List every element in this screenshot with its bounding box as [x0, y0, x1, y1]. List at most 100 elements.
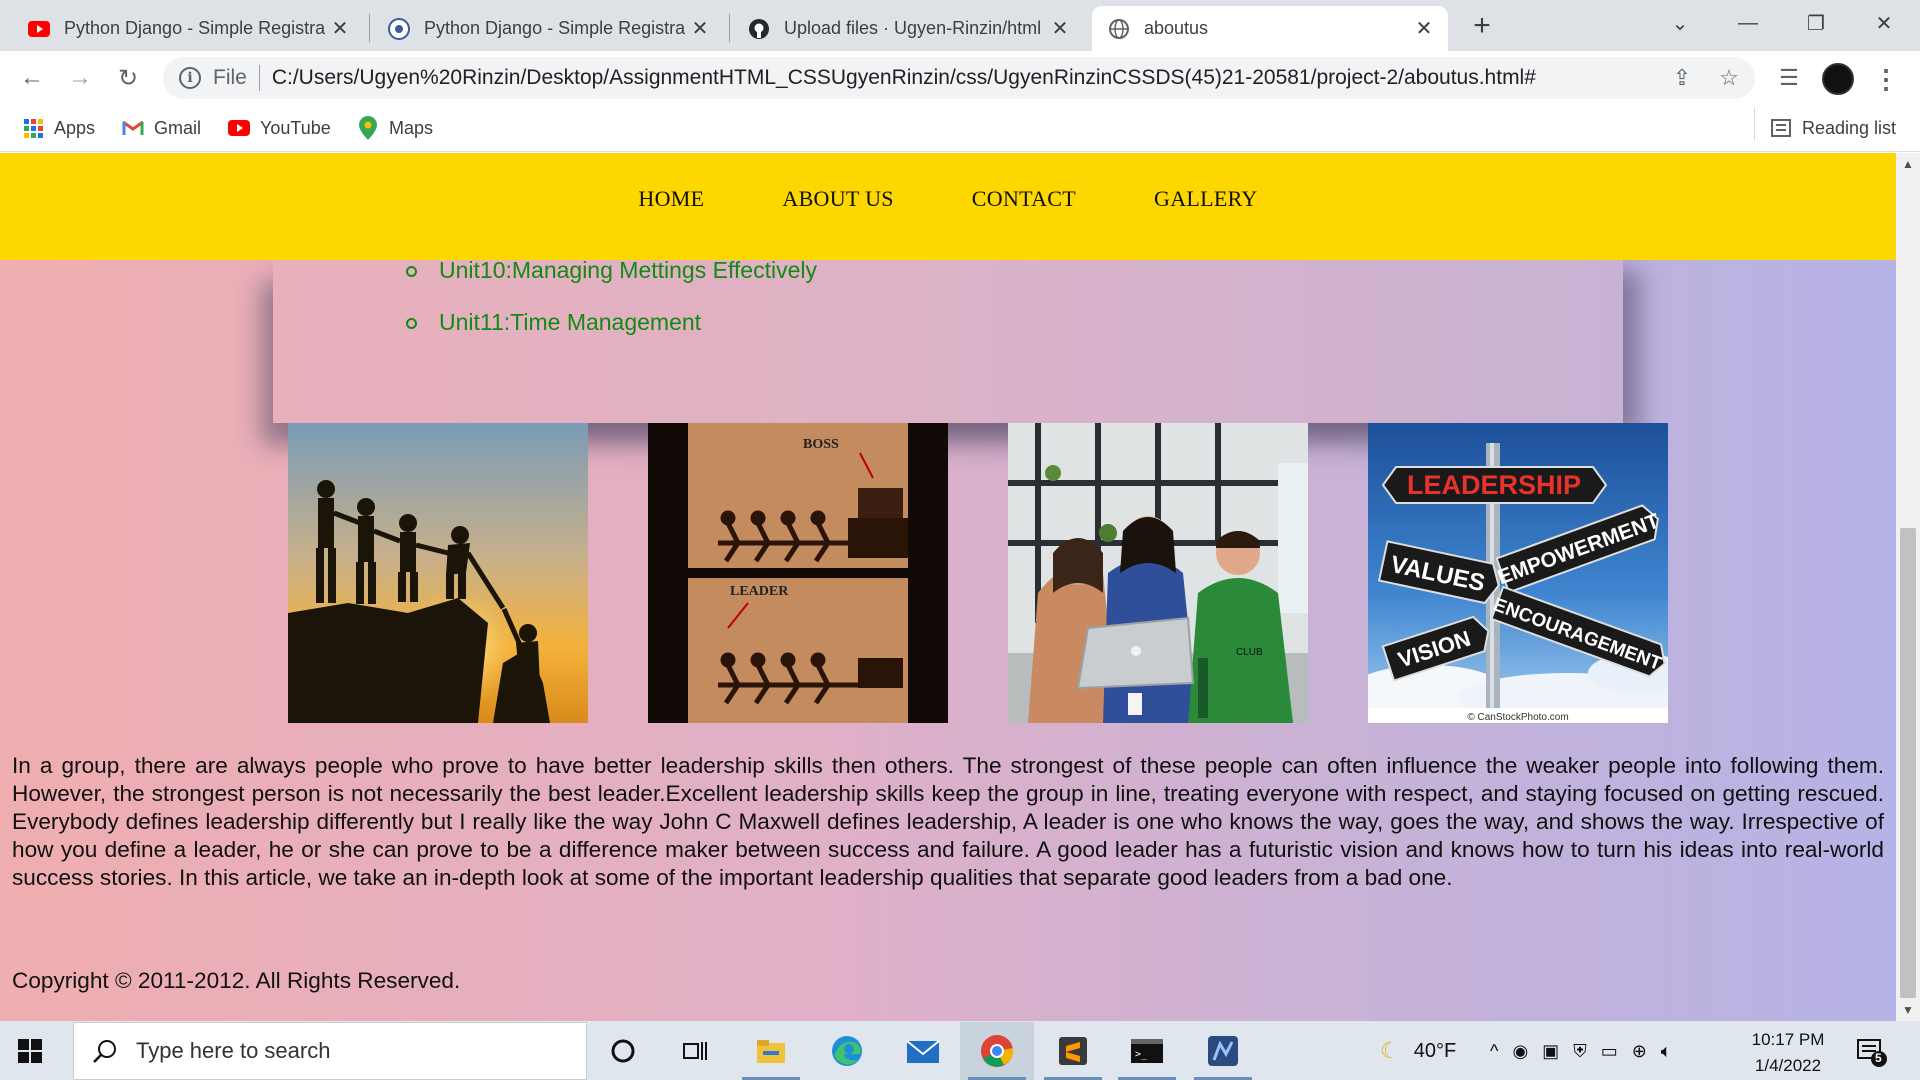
system-tray[interactable]: ^ ◉ ▣ ⛨ ▭ ⊕ 🔈︎	[1490, 1022, 1686, 1080]
security-icon[interactable]: ⛨	[1573, 1041, 1601, 1062]
page-viewport: Unit10:Managing Mettings Effectively Uni…	[0, 153, 1896, 1021]
reload-icon[interactable]: ↻	[110, 60, 146, 96]
bookmark-label: Gmail	[154, 117, 202, 138]
units-list: Unit10:Managing Mettings Effectively Uni…	[273, 253, 817, 357]
tab-title: Upload files · Ugyen-Rinzin/html	[784, 18, 1042, 38]
leadership-sign: LEADERSHIP	[1407, 470, 1581, 500]
nav-about-link[interactable]: ABOUT US	[782, 186, 893, 212]
taskbar-search-box[interactable]: Type here to search	[73, 1022, 587, 1080]
windows-start-icon[interactable]	[18, 1039, 42, 1063]
bookmarks-divider	[1754, 107, 1755, 141]
back-arrow-icon[interactable]: ←	[14, 60, 50, 96]
restore-icon[interactable]: ❐	[1794, 6, 1838, 40]
bookmarks-bar: Apps Gmail YouTube Maps Reading list	[0, 105, 1920, 152]
scrollbar-thumb[interactable]	[1900, 528, 1916, 998]
reading-list-label: Reading list	[1802, 117, 1897, 138]
search-icon	[90, 1036, 120, 1066]
bookmark-maps[interactable]: Maps	[357, 115, 433, 141]
youtube-icon	[228, 117, 250, 139]
battery-icon[interactable]: ▭	[1601, 1041, 1632, 1062]
tab-title: Python Django - Simple Registra	[64, 18, 326, 38]
reading-list-button[interactable]: Reading list	[1770, 115, 1896, 141]
bookmark-star-icon[interactable]: ☆	[1712, 61, 1746, 95]
bookmark-label: Maps	[389, 117, 434, 138]
notification-center-icon[interactable]: 5	[1855, 1035, 1887, 1067]
network-globe-icon[interactable]: ⊕	[1632, 1041, 1661, 1062]
leadership-signpost-photo: © CanStockPhoto.com LEADERSHIP VALUES EM…	[1368, 423, 1668, 723]
bookmark-label: YouTube	[260, 117, 331, 138]
nav-gallery-link[interactable]: GALLERY	[1154, 186, 1258, 212]
terminal-icon[interactable]: >_	[1110, 1022, 1184, 1080]
nav-home-link[interactable]: HOME	[638, 186, 704, 212]
page-scrollbar[interactable]: ▲ ▼	[1896, 153, 1920, 1021]
vm-app-icon[interactable]	[1186, 1022, 1260, 1080]
bookmark-label: Apps	[54, 117, 96, 138]
chrome-icon[interactable]	[960, 1022, 1034, 1080]
scroll-down-arrow-icon[interactable]: ▼	[1902, 1003, 1914, 1017]
show-hidden-icons-icon[interactable]: ^	[1490, 1041, 1512, 1062]
tab-strip: Python Django - Simple Registra ✕ Python…	[0, 0, 1920, 51]
profile-avatar[interactable]	[1822, 63, 1854, 95]
file-explorer-icon[interactable]	[734, 1022, 808, 1080]
copyright-watermark: © CanStockPhoto.com	[1467, 712, 1568, 723]
tab-title: aboutus	[1144, 18, 1209, 38]
nav-contact-link[interactable]: CONTACT	[972, 186, 1076, 212]
tab-search-chevron-icon[interactable]: ⌄	[1658, 6, 1702, 40]
site-navbar: HOME ABOUT US CONTACT GALLERY	[0, 153, 1896, 260]
info-icon[interactable]: i	[179, 67, 201, 89]
taskbar-clock[interactable]: 10:17 PM 1/4/2022	[1740, 1027, 1836, 1079]
weather-widget[interactable]: ☾ 40°F	[1380, 1022, 1456, 1080]
volume-icon[interactable]: 🔈︎	[1661, 1041, 1686, 1062]
meet-now-icon[interactable]: ▣	[1542, 1041, 1573, 1062]
tab-django-1[interactable]: Python Django - Simple Registra ✕	[12, 6, 364, 51]
shirt-caption: CLUB	[1236, 647, 1263, 658]
maps-pin-icon	[357, 116, 379, 140]
url-text[interactable]: C:/Users/Ugyen%20Rinzin/Desktop/Assignme…	[272, 66, 1536, 90]
forward-arrow-icon[interactable]: →	[62, 60, 98, 96]
github-icon	[748, 18, 770, 40]
close-tab-icon[interactable]: ✕	[1048, 17, 1072, 41]
tab-divider	[369, 14, 370, 42]
mail-icon[interactable]	[886, 1022, 960, 1080]
tab-github[interactable]: Upload files · Ugyen-Rinzin/html ✕	[732, 6, 1084, 51]
tab-django-2[interactable]: Python Django - Simple Registra ✕	[372, 6, 724, 51]
share-icon[interactable]: ⇪	[1665, 61, 1699, 95]
browser-toolbar: ← → ↻ i File C:/Users/Ugyen%20Rinzin/Des…	[0, 51, 1920, 105]
bookmark-apps[interactable]: Apps	[22, 115, 95, 141]
boss-caption: BOSS	[803, 437, 839, 452]
close-tab-icon[interactable]: ✕	[328, 17, 352, 41]
minimize-icon[interactable]: —	[1726, 6, 1770, 40]
bookmark-youtube[interactable]: YouTube	[228, 115, 331, 141]
clock-time: 10:17 PM	[1751, 1030, 1825, 1049]
list-item: Unit10:Managing Mettings Effectively	[273, 253, 817, 305]
clock-date: 1/4/2022	[1754, 1056, 1822, 1075]
reading-list-icon	[1770, 117, 1792, 139]
record-icon[interactable]: ◉	[1512, 1041, 1542, 1062]
new-tab-button[interactable]: +	[1466, 9, 1498, 42]
address-divider	[258, 65, 260, 91]
scroll-up-arrow-icon[interactable]: ▲	[1902, 157, 1914, 171]
leader-caption: LEADER	[730, 584, 789, 599]
list-item: Unit11:Time Management	[273, 305, 817, 357]
tab-title: Python Django - Simple Registra	[424, 18, 686, 38]
more-menu-icon[interactable]: ⋮	[1872, 63, 1900, 95]
svg-text:>_: >_	[1135, 1049, 1148, 1060]
edge-browser-icon[interactable]	[810, 1022, 884, 1080]
youtube-icon	[28, 18, 50, 40]
tab-aboutus[interactable]: aboutus ✕	[1092, 6, 1448, 51]
sublime-text-icon[interactable]	[1036, 1022, 1110, 1080]
leadership-paragraph: In a group, there are always people who …	[12, 753, 1884, 890]
media-playlist-icon[interactable]: ☰	[1772, 61, 1806, 95]
close-tab-icon[interactable]: ✕	[1412, 17, 1436, 41]
close-tab-icon[interactable]: ✕	[688, 17, 712, 41]
bookmark-gmail[interactable]: Gmail	[122, 115, 201, 141]
search-placeholder: Type here to search	[136, 1038, 331, 1063]
cortana-icon[interactable]	[586, 1022, 660, 1080]
apps-grid-icon	[22, 117, 44, 139]
task-view-icon[interactable]	[658, 1022, 732, 1080]
django-icon	[388, 17, 410, 40]
copyright-text: Copyright © 2011-2012. All Rights Reserv…	[12, 968, 461, 993]
close-window-icon[interactable]: ✕	[1862, 6, 1906, 40]
team-laptop-photo: CLUB	[1008, 423, 1308, 723]
address-bar[interactable]: i File C:/Users/Ugyen%20Rinzin/Desktop/A…	[163, 57, 1755, 99]
